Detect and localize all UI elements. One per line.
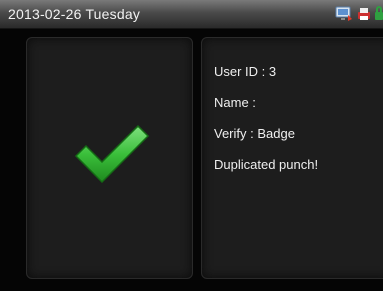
name-label: Name :	[214, 95, 256, 110]
checkmark-icon	[72, 118, 152, 188]
status-message: Duplicated punch!	[214, 157, 319, 172]
network-icon	[335, 6, 353, 22]
title-bar: 2013-02-26 Tuesday	[0, 0, 383, 29]
attendance-screen: 2013-02-26 Tuesday User ID: 3 Name: Ve…	[0, 0, 383, 291]
status-icons	[335, 3, 383, 25]
details-panel: User ID : 3 Name : Verify : Badge Duplic…	[201, 37, 383, 279]
verify-label: Verify : Badge	[214, 126, 295, 141]
printer-icon	[356, 6, 372, 22]
lock-icon	[375, 6, 383, 22]
user-id-label: User ID : 3	[214, 64, 277, 79]
result-panel	[26, 37, 193, 279]
date-label: 2013-02-26 Tuesday	[8, 6, 141, 22]
details-list: User ID : 3 Name : Verify : Badge Duplic…	[214, 62, 318, 186]
